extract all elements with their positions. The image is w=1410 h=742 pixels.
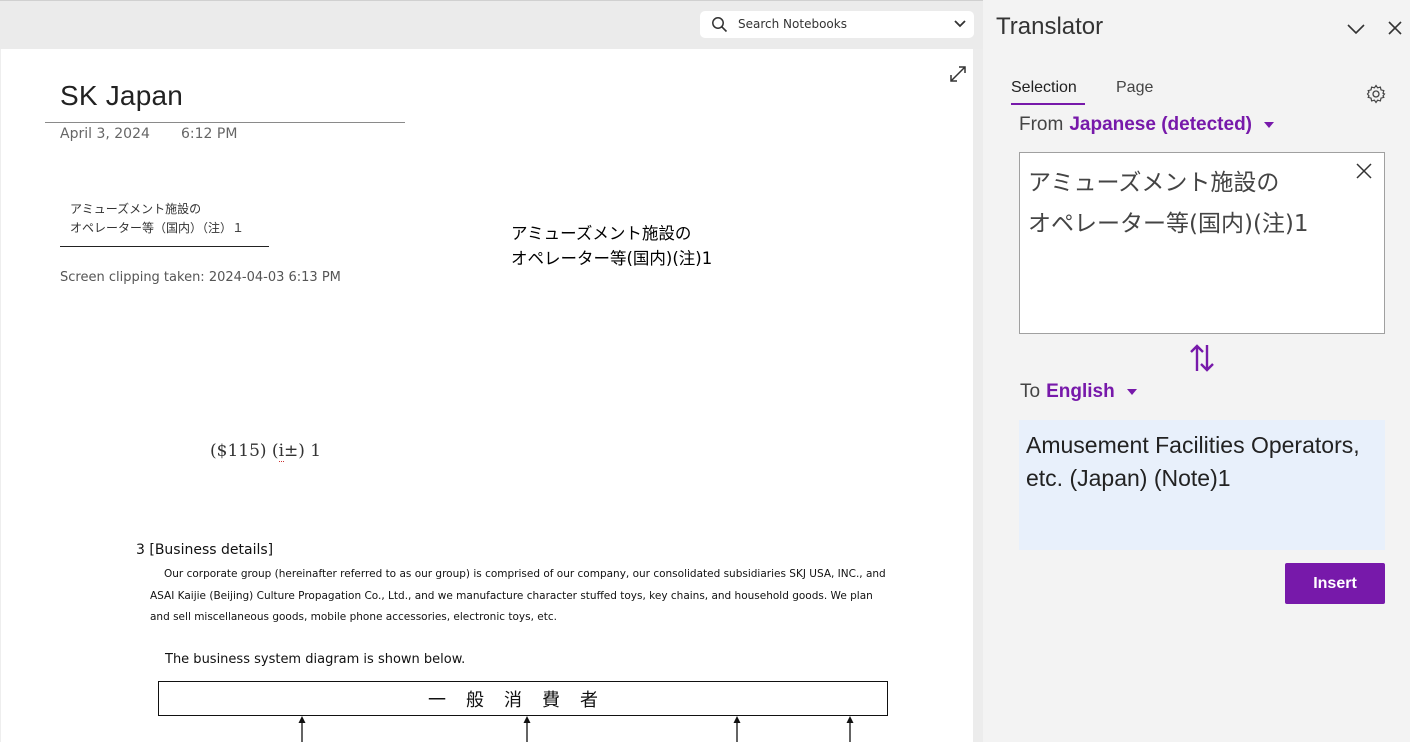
search-placeholder: Search Notebooks — [738, 17, 847, 31]
to-label: To — [1020, 381, 1041, 402]
jp-line-2: オペレーター等(国内)(注)1 — [511, 249, 713, 268]
translation-output[interactable]: Amusement Facilities Operators, etc. (Ja… — [1026, 429, 1376, 495]
business-details-heading: 3 [Business details] — [136, 542, 274, 558]
clip-line-2: オペレーター等（国内）（注）１ — [70, 221, 245, 235]
source-line-1: アミューズメント施設の — [1028, 170, 1280, 196]
translator-pane: Translator Selection Page From Japanese (… — [983, 0, 1410, 742]
page-time: 6:12 PM — [181, 126, 238, 142]
clear-icon[interactable] — [1356, 163, 1372, 179]
tab-selection[interactable]: Selection — [1011, 79, 1077, 97]
from-language-selector[interactable]: From Japanese (detected) — [1019, 114, 1275, 136]
expand-icon[interactable] — [949, 65, 967, 83]
translator-title: Translator — [996, 13, 1104, 40]
tab-selection-underline — [1011, 103, 1085, 105]
source-text[interactable]: アミューズメント施設の オペレーター等(国内)(注)1 — [1028, 163, 1348, 245]
collapse-icon[interactable] — [1347, 22, 1365, 36]
page-date: April 3, 2024 — [60, 126, 150, 142]
top-bar: Search Notebooks — [0, 0, 983, 49]
source-line-2: オペレーター等(国内)(注)1 — [1028, 211, 1309, 237]
diagram-arrow — [523, 716, 531, 742]
diagram-arrow — [733, 716, 741, 742]
to-dropdown-icon[interactable] — [1126, 388, 1137, 395]
ocr-text-a: ($115) ( — [210, 441, 279, 461]
diagram-top-box: 一般消費者 — [158, 681, 888, 716]
title-divider — [45, 122, 405, 123]
tab-page[interactable]: Page — [1116, 79, 1153, 97]
to-language-value[interactable]: English — [1046, 381, 1115, 402]
ocr-text-c: ±) 1 — [284, 441, 322, 461]
search-notebooks[interactable]: Search Notebooks — [700, 11, 974, 38]
chevron-down-icon[interactable] — [954, 19, 966, 29]
diagram-arrow — [846, 716, 854, 742]
search-icon — [712, 17, 728, 33]
from-dropdown-icon[interactable] — [1264, 121, 1275, 128]
screen-clipping[interactable]: アミューズメント施設の オペレーター等（国内）（注）１ — [60, 200, 269, 247]
page-title[interactable]: SK Japan — [60, 80, 183, 112]
from-label: From — [1019, 114, 1064, 135]
diagram-box-label: 一般消費者 — [428, 689, 618, 711]
business-details-paragraph: Our corporate group (hereinafter referre… — [150, 568, 886, 623]
note-page[interactable] — [1, 49, 973, 742]
jp-line-1: アミューズメント施設の — [511, 224, 692, 243]
close-icon[interactable] — [1388, 21, 1402, 35]
source-text-box[interactable]: アミューズメント施設の オペレーター等(国内)(注)1 — [1019, 152, 1385, 334]
clip-caption: Screen clipping taken: 2024-04-03 6:13 P… — [60, 270, 341, 285]
diagram-caption: The business system diagram is shown bel… — [165, 652, 466, 667]
gear-icon[interactable] — [1366, 84, 1386, 104]
swap-icon[interactable] — [1189, 343, 1215, 373]
page-scrollbar[interactable] — [973, 49, 983, 742]
to-language-selector[interactable]: To English — [1020, 381, 1137, 403]
clip-line-1: アミューズメント施設の — [70, 202, 202, 216]
translation-output-box[interactable]: Amusement Facilities Operators, etc. (Ja… — [1019, 420, 1385, 550]
from-language-value[interactable]: Japanese (detected) — [1069, 114, 1252, 135]
japanese-text-block[interactable]: アミューズメント施設の オペレーター等(国内)(注)1 — [511, 221, 712, 271]
insert-button[interactable]: Insert — [1285, 563, 1385, 604]
diagram-arrow — [298, 716, 306, 742]
ocr-text-snippet[interactable]: ($115) (i±) 1 — [210, 441, 322, 462]
